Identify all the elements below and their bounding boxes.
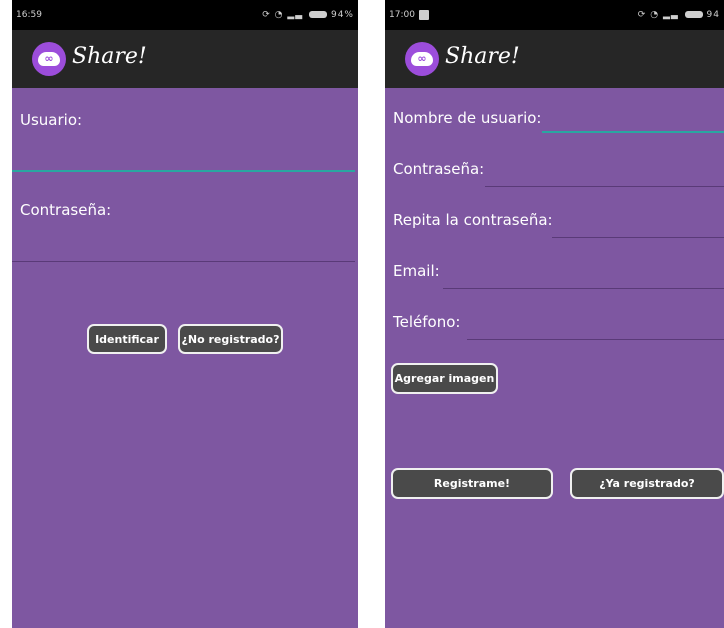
- battery-icon: [684, 11, 703, 18]
- notification-icon: [419, 10, 429, 20]
- phone-label: Teléfono:: [393, 313, 461, 331]
- register-button[interactable]: Registrame!: [391, 468, 553, 499]
- repeat-password-input[interactable]: [552, 237, 724, 238]
- battery-icon: [309, 11, 328, 18]
- repeat-password-label: Repita la contraseña:: [393, 211, 553, 229]
- signal-icon: ▂▃: [287, 10, 304, 20]
- add-image-button[interactable]: Agregar imagen: [391, 363, 498, 394]
- password-input[interactable]: [12, 261, 355, 262]
- share-logo-icon: ∞: [32, 42, 66, 76]
- app-bar: ∞ Share!: [12, 30, 358, 88]
- login-screen: 16:59 ⟳ ◔ ▂▃ 94% ∞ Share! Usuario: Contr…: [12, 0, 358, 628]
- status-bar: 17:00 ⟳ ◔ ▂▃ 94: [385, 0, 724, 30]
- username-label: Nombre de usuario:: [393, 109, 542, 127]
- share-logo-icon: ∞: [405, 42, 439, 76]
- sync-icon: ⟳: [262, 10, 271, 20]
- wifi-icon: ◔: [650, 10, 660, 20]
- password-input[interactable]: [485, 186, 724, 187]
- status-bar: 16:59 ⟳ ◔ ▂▃ 94%: [12, 0, 358, 30]
- status-time: 16:59: [16, 10, 42, 20]
- sync-icon: ⟳: [637, 10, 647, 20]
- login-button[interactable]: Identificar: [87, 324, 167, 354]
- email-input[interactable]: [443, 288, 724, 289]
- status-icons: ⟳ ◔ ▂▃ 94: [638, 0, 720, 30]
- username-input[interactable]: [12, 170, 355, 172]
- not-registered-button[interactable]: ¿No registrado?: [178, 324, 283, 354]
- status-icons: ⟳ ◔ ▂▃ 94%: [262, 0, 354, 30]
- battery-level: 94: [706, 10, 720, 20]
- password-label: Contraseña:: [20, 201, 112, 219]
- username-label: Usuario:: [20, 111, 83, 129]
- app-title: Share!: [72, 44, 147, 69]
- app-bar: ∞ Share!: [385, 30, 724, 88]
- signal-icon: ▂▃: [662, 10, 679, 20]
- register-screen: 17:00 ⟳ ◔ ▂▃ 94 ∞ Share! Nombre de usuar…: [385, 0, 724, 628]
- username-input[interactable]: [542, 131, 724, 133]
- wifi-icon: ◔: [274, 10, 284, 20]
- app-title: Share!: [445, 44, 520, 69]
- already-registered-button[interactable]: ¿Ya registrado?: [570, 468, 724, 499]
- status-time: 17:00: [389, 10, 415, 20]
- password-label: Contraseña:: [393, 160, 485, 178]
- battery-level: 94%: [330, 10, 354, 20]
- email-label: Email:: [393, 262, 440, 280]
- phone-input[interactable]: [467, 339, 724, 340]
